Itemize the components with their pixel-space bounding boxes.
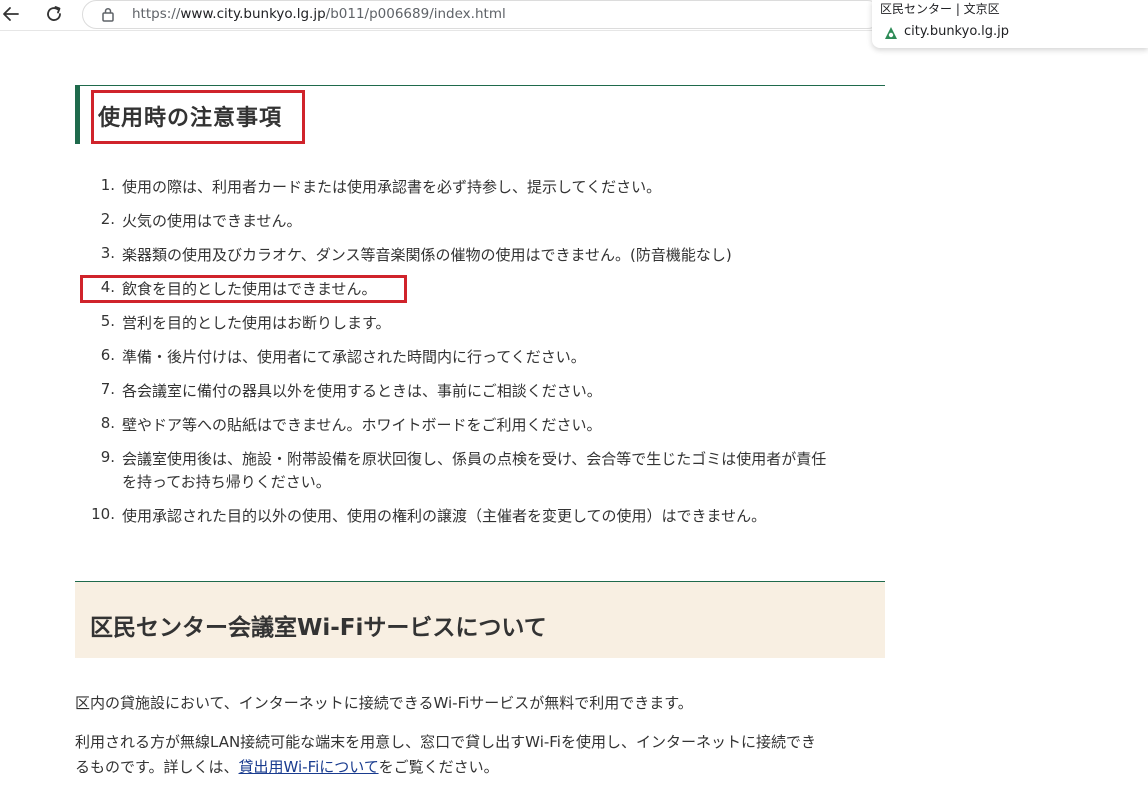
section-heading-usage-notes: 使用時の注意事項 bbox=[98, 106, 283, 131]
back-arrow-icon bbox=[3, 7, 19, 21]
wifi-paragraph-2-line-2: るものです。詳しくは、貸出用Wi-Fiについてをご覧ください。 bbox=[75, 758, 499, 776]
hover-card-domain: city.bunkyo.lg.jp bbox=[904, 24, 1010, 39]
rental-wifi-link[interactable]: 貸出用Wi-Fiについて bbox=[239, 758, 379, 776]
wifi-paragraph-2-line-1: 利用される方が無線LAN接続可能な端末を用意し、窓口で貸し出すWi-Fiを使用し… bbox=[75, 733, 816, 751]
section-heading-wifi: 区民センター会議室Wi-Fiサービスについて bbox=[90, 615, 547, 641]
hover-card-title: 区民センター | 文京区 bbox=[880, 2, 1000, 16]
reload-button[interactable] bbox=[43, 3, 65, 25]
favicon-icon bbox=[884, 25, 898, 44]
back-button[interactable] bbox=[0, 3, 22, 25]
tab-hover-card: 区民センター | 文京区 city.bunkyo.lg.jp bbox=[872, 0, 1148, 48]
wifi-paragraph-1: 区内の貸施設において、インターネットに接続できるWi-Fiサービスが無料で利用で… bbox=[75, 694, 693, 712]
address-bar[interactable]: https://www.city.bunkyo.lg.jp/b011/p0066… bbox=[82, 0, 882, 29]
url-text: https://www.city.bunkyo.lg.jp/b011/p0066… bbox=[132, 6, 506, 22]
site-info-icon[interactable] bbox=[101, 7, 115, 27]
cut-off-text: ・ーーー bbox=[175, 28, 295, 34]
reload-icon bbox=[47, 6, 61, 21]
